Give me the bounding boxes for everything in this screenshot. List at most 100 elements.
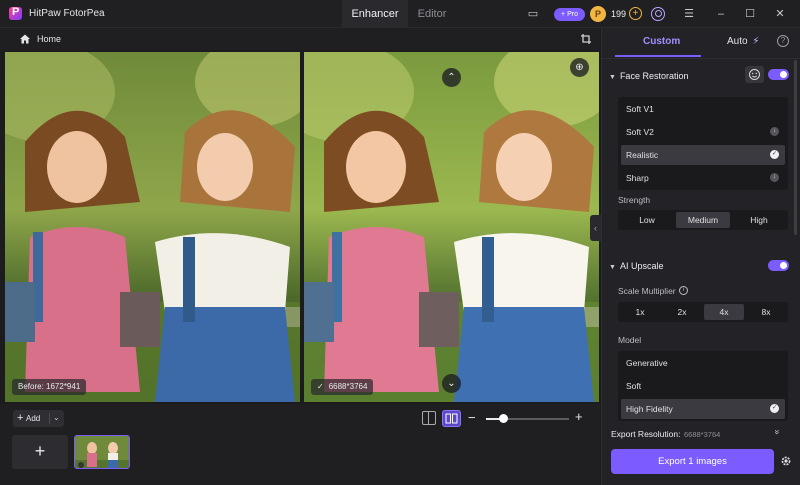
check-icon: ✓ xyxy=(770,404,779,413)
side-by-side-view-icon[interactable] xyxy=(442,410,461,427)
add-divider xyxy=(49,413,50,424)
download-icon[interactable]: ↓ xyxy=(770,173,779,182)
panel-divider xyxy=(601,58,800,59)
close-button[interactable]: ✕ xyxy=(773,7,787,21)
before-photo-scene xyxy=(5,52,300,402)
chat-icon[interactable]: ▭ xyxy=(526,7,540,21)
add-image-tile[interactable]: + xyxy=(12,435,68,469)
zoom-in-icon[interactable]: ⊕ xyxy=(570,58,589,77)
scale-1x[interactable]: 1x xyxy=(620,304,660,320)
export-resolution-label: Export Resolution: xyxy=(611,429,681,439)
export-button[interactable]: Export 1 images xyxy=(611,449,774,474)
tab-enhancer[interactable]: Enhancer xyxy=(342,0,408,28)
export-resolution-value: 6688*3764 xyxy=(684,430,721,439)
minimize-button[interactable]: – xyxy=(714,7,728,21)
maximize-button[interactable]: ☐ xyxy=(743,7,757,21)
scale-8x[interactable]: 8x xyxy=(746,304,786,320)
face-model-sharp[interactable]: Sharp ↓ xyxy=(621,168,785,188)
crop-icon[interactable] xyxy=(580,33,592,45)
app-title: HitPaw FotorPea xyxy=(29,8,105,19)
strength-label: Strength xyxy=(618,195,651,205)
help-icon[interactable]: ? xyxy=(777,35,789,47)
split-view-icon[interactable] xyxy=(422,411,436,425)
coin-icon: P xyxy=(590,6,606,22)
expand-chevron-icon[interactable]: » xyxy=(773,429,783,434)
info-icon[interactable]: i xyxy=(679,286,688,295)
tab-editor[interactable]: Editor xyxy=(408,0,456,28)
pro-badge[interactable]: + Pro xyxy=(554,8,585,21)
title-bar: HitPaw FotorPea Enhancer Editor ▭ + Pro … xyxy=(0,0,800,28)
face-detect-button[interactable] xyxy=(745,66,764,83)
strength-low[interactable]: Low xyxy=(620,212,674,228)
scale-4x[interactable]: 4x xyxy=(704,304,744,320)
face-model-realistic[interactable]: Realistic ✓ xyxy=(621,145,785,165)
face-model-label: Soft V2 xyxy=(626,127,654,137)
side-by-side-glyph xyxy=(445,413,458,424)
strength-selector: Low Medium High xyxy=(618,210,788,230)
face-model-label: Sharp xyxy=(626,173,649,183)
face-restoration-header[interactable]: ▼ Face Restoration xyxy=(609,71,688,81)
add-plus-icon: + xyxy=(17,412,24,424)
before-image[interactable] xyxy=(5,52,300,402)
zoom-out-button[interactable]: − xyxy=(468,410,476,425)
scroll-down-button[interactable]: ⌄ xyxy=(442,374,461,393)
add-credits-button[interactable]: + xyxy=(629,7,642,20)
upscale-model-generative[interactable]: Generative xyxy=(621,353,785,373)
upscale-model-label: Soft xyxy=(626,381,642,391)
active-tab-indicator xyxy=(615,55,701,57)
after-photo-scene xyxy=(304,52,599,402)
app-logo-icon xyxy=(9,6,22,20)
strength-medium[interactable]: Medium xyxy=(676,212,730,228)
zoom-slider[interactable] xyxy=(486,414,569,423)
panel-scrollbar[interactable] xyxy=(794,60,797,235)
face-restoration-toggle[interactable] xyxy=(768,69,789,80)
avatar-icon[interactable] xyxy=(651,7,665,21)
tab-custom[interactable]: Custom xyxy=(643,36,680,47)
menu-icon[interactable]: ☰ xyxy=(682,7,696,21)
ai-upscale-title: AI Upscale xyxy=(619,261,664,271)
face-model-soft-v2[interactable]: Soft V2 ↓ xyxy=(621,122,785,142)
ai-upscale-header[interactable]: ▼ AI Upscale xyxy=(609,261,663,271)
zoom-in-button[interactable]: + xyxy=(575,409,583,424)
lightning-icon: ⚡ xyxy=(752,36,760,47)
model-label: Model xyxy=(618,335,642,345)
thumbnail-scene xyxy=(75,436,129,468)
face-model-label: Soft V1 xyxy=(626,104,654,114)
scroll-up-button[interactable]: ⌃ xyxy=(442,68,461,87)
zoom-slider-handle[interactable] xyxy=(499,414,508,423)
after-image[interactable] xyxy=(304,52,599,402)
after-resolution-label: ✓ 6688*3764 xyxy=(311,379,374,395)
scale-selector: 1x 2x 4x 8x xyxy=(618,302,788,322)
collapse-triangle-icon: ▼ xyxy=(609,264,616,271)
scale-multiplier-label: Scale Multiplier xyxy=(618,286,676,296)
face-model-list: Soft V1 Soft V2 ↓ Realistic ✓ Sharp ↓ xyxy=(618,97,788,190)
check-icon: ✓ xyxy=(770,150,779,159)
upscale-model-soft[interactable]: Soft xyxy=(621,376,785,396)
face-restoration-title: Face Restoration xyxy=(619,71,689,81)
scale-2x[interactable]: 2x xyxy=(662,304,702,320)
tab-auto[interactable]: Auto ⚡ xyxy=(727,36,759,47)
chevron-down-icon[interactable]: ⌄ xyxy=(53,413,60,422)
home-label[interactable]: Home xyxy=(37,34,61,44)
upscale-model-label: High Fidelity xyxy=(626,404,673,414)
face-model-soft-v1[interactable]: Soft V1 xyxy=(621,99,785,119)
ai-upscale-toggle[interactable] xyxy=(768,260,789,271)
strength-high[interactable]: High xyxy=(732,212,786,228)
upscale-model-high-fidelity[interactable]: High Fidelity ✓ xyxy=(621,399,785,419)
upscale-model-list: Generative Soft High Fidelity ✓ xyxy=(618,351,788,421)
panel-collapse-handle[interactable]: ‹ xyxy=(590,215,601,241)
collapse-triangle-icon: ▼ xyxy=(609,74,616,81)
gear-icon[interactable] xyxy=(780,455,792,467)
tab-auto-label: Auto xyxy=(727,36,748,47)
add-label: Add xyxy=(26,414,41,423)
home-icon[interactable] xyxy=(19,33,31,45)
face-icon xyxy=(749,69,760,80)
after-resolution-value: 6688*3764 xyxy=(328,382,368,391)
download-icon[interactable]: ↓ xyxy=(770,127,779,136)
add-button[interactable]: + Add ⌄ xyxy=(13,410,64,427)
workspace-toolbar: Home xyxy=(0,28,600,50)
before-resolution-label: Before: 1672*941 xyxy=(12,379,87,395)
face-model-label: Realistic xyxy=(626,150,659,160)
image-thumbnail[interactable] xyxy=(74,435,130,469)
after-check-icon: ✓ xyxy=(317,382,324,391)
